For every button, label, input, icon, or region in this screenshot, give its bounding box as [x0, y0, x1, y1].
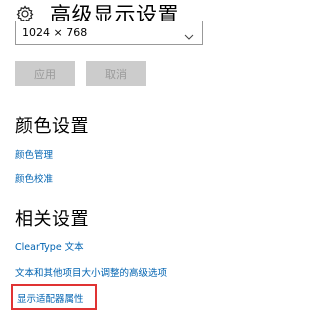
cancel-button[interactable]: 取消 — [86, 61, 146, 86]
advanced-sizing-link[interactable]: 文本和其他项目大小调整的高级选项 — [15, 265, 167, 279]
resolution-dropdown[interactable]: 1024 × 768 — [15, 21, 203, 45]
color-calibration-link[interactable]: 颜色校准 — [15, 171, 53, 185]
resolution-value: 1024 × 768 — [22, 26, 88, 39]
apply-button[interactable]: 应用 — [15, 61, 75, 86]
related-settings-heading: 相关设置 — [15, 209, 89, 230]
cleartype-text-link[interactable]: ClearType 文本 — [15, 239, 84, 253]
color-settings-heading: 颜色设置 — [15, 116, 89, 137]
highlight-box — [11, 284, 97, 310]
color-management-link[interactable]: 颜色管理 — [15, 147, 53, 161]
chevron-down-icon — [184, 27, 194, 40]
